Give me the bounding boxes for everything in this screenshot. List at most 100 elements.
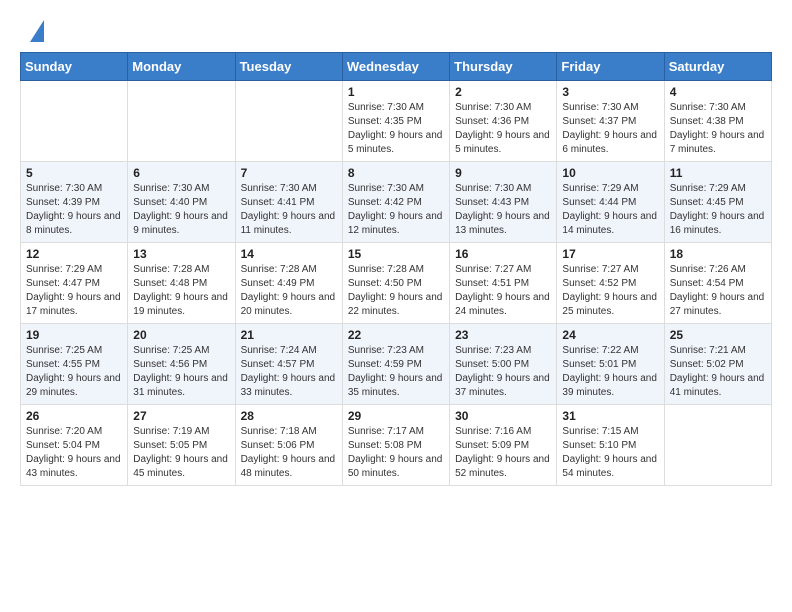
day-number: 26 — [26, 409, 122, 423]
calendar-cell: 23Sunrise: 7:23 AM Sunset: 5:00 PM Dayli… — [450, 324, 557, 405]
calendar-cell: 21 Sunrise: 7:24 AM Sunset: 4:57 PM Dayli… — [235, 324, 342, 405]
logo-triangle-icon — [30, 20, 44, 42]
cell-content: Sunrise: 7:28 AM Sunset: 4:48 PM Dayligh… — [133, 263, 229, 319]
calendar-cell: 20 Sunrise: 7:25 AM Sunset: 4:56 PM Dayli… — [128, 324, 235, 405]
week-row-1: 1 Sunrise: 7:30 AM Sunset: 4:35 PM Daylig… — [21, 81, 772, 162]
weekday-header-tuesday: Tuesday — [235, 53, 342, 81]
day-number: 1 — [348, 85, 444, 99]
day-number: 7 — [241, 166, 337, 180]
cell-content: Sunrise: 7:30 AM Sunset: 4:39 PM Dayligh… — [26, 182, 122, 238]
cell-content: Sunrise: 7:20 AM Sunset: 5:04 PM Dayligh… — [26, 425, 122, 481]
cell-content: Sunrise: 7:25 AM Sunset: 4:56 PM Dayligh… — [133, 344, 229, 400]
cell-content: Sunrise: 7:16 AM Sunset: 5:09 PM Dayligh… — [455, 425, 551, 481]
cell-content: Sunrise: 7:30 AM Sunset: 4:35 PM Dayligh… — [348, 101, 444, 157]
day-number: 29 — [348, 409, 444, 423]
calendar-cell — [21, 81, 128, 162]
week-row-3: 12 Sunrise: 7:29 AM Sunset: 4:47 PM Dayli… — [21, 243, 772, 324]
cell-content: Sunrise: 7:27 AM Sunset: 4:52 PM Dayligh… — [562, 263, 658, 319]
day-number: 13 — [133, 247, 229, 261]
day-number: 28 — [241, 409, 337, 423]
calendar-cell: 10 Sunrise: 7:29 AM Sunset: 4:44 PM Dayli… — [557, 162, 664, 243]
calendar-cell: 26 Sunrise: 7:20 AM Sunset: 5:04 PM Dayli… — [21, 405, 128, 486]
cell-content: Sunrise: 7:22 AM Sunset: 5:01 PM Dayligh… — [562, 344, 658, 400]
cell-content: Sunrise: 7:26 AM Sunset: 4:54 PM Dayligh… — [670, 263, 766, 319]
calendar-cell: 3 Sunrise: 7:30 AM Sunset: 4:37 PM Daylig… — [557, 81, 664, 162]
day-number: 3 — [562, 85, 658, 99]
weekday-header-friday: Friday — [557, 53, 664, 81]
day-number: 17 — [562, 247, 658, 261]
calendar-cell: 15 Sunrise: 7:28 AM Sunset: 4:50 PM Dayli… — [342, 243, 449, 324]
calendar-cell: 7 Sunrise: 7:30 AM Sunset: 4:41 PM Daylig… — [235, 162, 342, 243]
calendar-cell: 14 Sunrise: 7:28 AM Sunset: 4:49 PM Dayli… — [235, 243, 342, 324]
day-number: 14 — [241, 247, 337, 261]
calendar-cell — [235, 81, 342, 162]
day-number: 6 — [133, 166, 229, 180]
calendar-cell: 12 Sunrise: 7:29 AM Sunset: 4:47 PM Dayli… — [21, 243, 128, 324]
calendar-cell: 30 Sunrise: 7:16 AM Sunset: 5:09 PM Dayli… — [450, 405, 557, 486]
calendar-cell: 28 Sunrise: 7:18 AM Sunset: 5:06 PM Dayli… — [235, 405, 342, 486]
calendar-cell — [128, 81, 235, 162]
cell-content: Sunrise: 7:30 AM Sunset: 4:42 PM Dayligh… — [348, 182, 444, 238]
cell-content: Sunrise: 7:27 AM Sunset: 4:51 PM Dayligh… — [455, 263, 551, 319]
cell-content: Sunrise: 7:17 AM Sunset: 5:08 PM Dayligh… — [348, 425, 444, 481]
calendar-cell: 5Sunrise: 7:30 AM Sunset: 4:39 PM Daylig… — [21, 162, 128, 243]
calendar-cell: 11Sunrise: 7:29 AM Sunset: 4:45 PM Dayli… — [664, 162, 771, 243]
calendar-cell: 2 Sunrise: 7:30 AM Sunset: 4:36 PM Daylig… — [450, 81, 557, 162]
cell-content: Sunrise: 7:19 AM Sunset: 5:05 PM Dayligh… — [133, 425, 229, 481]
day-number: 9 — [455, 166, 551, 180]
calendar-table: SundayMondayTuesdayWednesdayThursdayFrid… — [20, 52, 772, 486]
cell-content: Sunrise: 7:24 AM Sunset: 4:57 PM Dayligh… — [241, 344, 337, 400]
day-number: 24 — [562, 328, 658, 342]
cell-content: Sunrise: 7:28 AM Sunset: 4:49 PM Dayligh… — [241, 263, 337, 319]
calendar-cell: 1 Sunrise: 7:30 AM Sunset: 4:35 PM Daylig… — [342, 81, 449, 162]
week-row-2: 5Sunrise: 7:30 AM Sunset: 4:39 PM Daylig… — [21, 162, 772, 243]
cell-content: Sunrise: 7:30 AM Sunset: 4:43 PM Dayligh… — [455, 182, 551, 238]
cell-content: Sunrise: 7:29 AM Sunset: 4:44 PM Dayligh… — [562, 182, 658, 238]
logo — [20, 16, 44, 42]
cell-content: Sunrise: 7:29 AM Sunset: 4:45 PM Dayligh… — [670, 182, 766, 238]
page: SundayMondayTuesdayWednesdayThursdayFrid… — [0, 0, 792, 502]
day-number: 22 — [348, 328, 444, 342]
cell-content: Sunrise: 7:15 AM Sunset: 5:10 PM Dayligh… — [562, 425, 658, 481]
cell-content: Sunrise: 7:18 AM Sunset: 5:06 PM Dayligh… — [241, 425, 337, 481]
cell-content: Sunrise: 7:30 AM Sunset: 4:38 PM Dayligh… — [670, 101, 766, 157]
calendar-cell: 17 Sunrise: 7:27 AM Sunset: 4:52 PM Dayli… — [557, 243, 664, 324]
day-number: 8 — [348, 166, 444, 180]
calendar-cell: 16Sunrise: 7:27 AM Sunset: 4:51 PM Dayli… — [450, 243, 557, 324]
day-number: 27 — [133, 409, 229, 423]
day-number: 21 — [241, 328, 337, 342]
calendar-cell: 22Sunrise: 7:23 AM Sunset: 4:59 PM Dayli… — [342, 324, 449, 405]
weekday-header-monday: Monday — [128, 53, 235, 81]
header — [20, 16, 772, 42]
calendar-cell: 19Sunrise: 7:25 AM Sunset: 4:55 PM Dayli… — [21, 324, 128, 405]
cell-content: Sunrise: 7:30 AM Sunset: 4:37 PM Dayligh… — [562, 101, 658, 157]
cell-content: Sunrise: 7:30 AM Sunset: 4:36 PM Dayligh… — [455, 101, 551, 157]
cell-content: Sunrise: 7:30 AM Sunset: 4:40 PM Dayligh… — [133, 182, 229, 238]
day-number: 19 — [26, 328, 122, 342]
day-number: 15 — [348, 247, 444, 261]
cell-content: Sunrise: 7:23 AM Sunset: 5:00 PM Dayligh… — [455, 344, 551, 400]
day-number: 20 — [133, 328, 229, 342]
calendar-cell: 18 Sunrise: 7:26 AM Sunset: 4:54 PM Dayli… — [664, 243, 771, 324]
cell-content: Sunrise: 7:28 AM Sunset: 4:50 PM Dayligh… — [348, 263, 444, 319]
day-number: 18 — [670, 247, 766, 261]
day-number: 12 — [26, 247, 122, 261]
weekday-header-wednesday: Wednesday — [342, 53, 449, 81]
weekday-header-row: SundayMondayTuesdayWednesdayThursdayFrid… — [21, 53, 772, 81]
cell-content: Sunrise: 7:30 AM Sunset: 4:41 PM Dayligh… — [241, 182, 337, 238]
cell-content: Sunrise: 7:29 AM Sunset: 4:47 PM Dayligh… — [26, 263, 122, 319]
day-number: 30 — [455, 409, 551, 423]
calendar-cell: 8 Sunrise: 7:30 AM Sunset: 4:42 PM Daylig… — [342, 162, 449, 243]
day-number: 2 — [455, 85, 551, 99]
calendar-cell: 9 Sunrise: 7:30 AM Sunset: 4:43 PM Daylig… — [450, 162, 557, 243]
week-row-5: 26 Sunrise: 7:20 AM Sunset: 5:04 PM Dayli… — [21, 405, 772, 486]
weekday-header-sunday: Sunday — [21, 53, 128, 81]
weekday-header-thursday: Thursday — [450, 53, 557, 81]
calendar-cell — [664, 405, 771, 486]
day-number: 25 — [670, 328, 766, 342]
calendar-cell: 24 Sunrise: 7:22 AM Sunset: 5:01 PM Dayli… — [557, 324, 664, 405]
day-number: 4 — [670, 85, 766, 99]
cell-content: Sunrise: 7:21 AM Sunset: 5:02 PM Dayligh… — [670, 344, 766, 400]
day-number: 10 — [562, 166, 658, 180]
calendar-cell: 6 Sunrise: 7:30 AM Sunset: 4:40 PM Daylig… — [128, 162, 235, 243]
